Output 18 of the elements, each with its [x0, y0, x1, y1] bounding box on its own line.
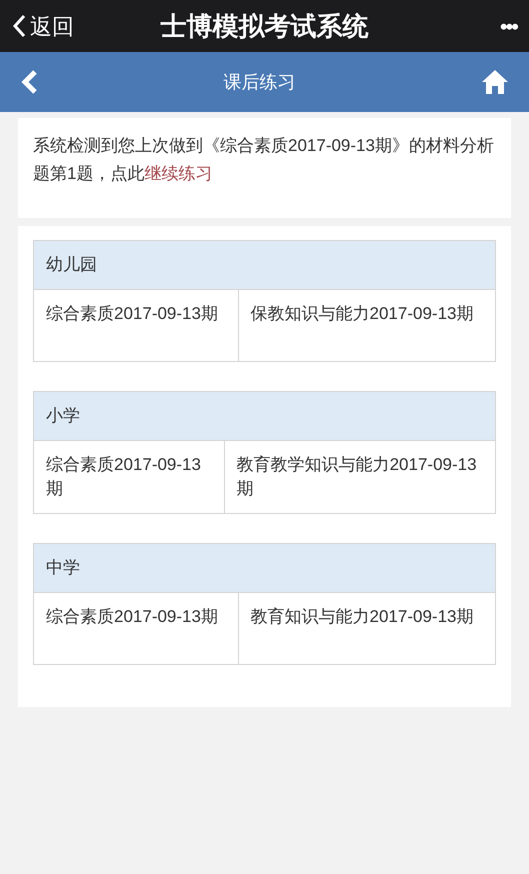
section-header: 幼儿园: [34, 240, 496, 290]
exam-link[interactable]: 综合素质2017-09-13期: [34, 592, 238, 664]
exam-link[interactable]: 教育知识与能力2017-09-13期: [238, 592, 496, 664]
back-button[interactable]: 返回: [12, 10, 112, 42]
back-chevron-icon: [12, 14, 26, 38]
notice-text: 系统检测到您上次做到《综合素质2017-09-13期》的材料分析题第1题，点此继续练习: [33, 135, 495, 185]
back-chevron-icon[interactable]: [20, 69, 38, 95]
section-header: 中学: [34, 544, 496, 592]
more-button[interactable]: •••: [417, 10, 517, 42]
home-icon[interactable]: [481, 69, 509, 95]
exam-link[interactable]: 综合素质2017-09-13期: [34, 440, 224, 514]
exam-link[interactable]: 保教知识与能力2017-09-13期: [238, 290, 496, 362]
page-title: 课后练习: [222, 70, 296, 94]
exam-link[interactable]: 教育教学知识与能力2017-09-13期: [224, 440, 496, 514]
section-header: 小学: [34, 392, 496, 440]
continue-link[interactable]: 继续练习: [144, 164, 212, 183]
window-title: 士博模拟考试系统: [160, 10, 370, 42]
exam-link[interactable]: 综合素质2017-09-13期: [34, 290, 238, 362]
